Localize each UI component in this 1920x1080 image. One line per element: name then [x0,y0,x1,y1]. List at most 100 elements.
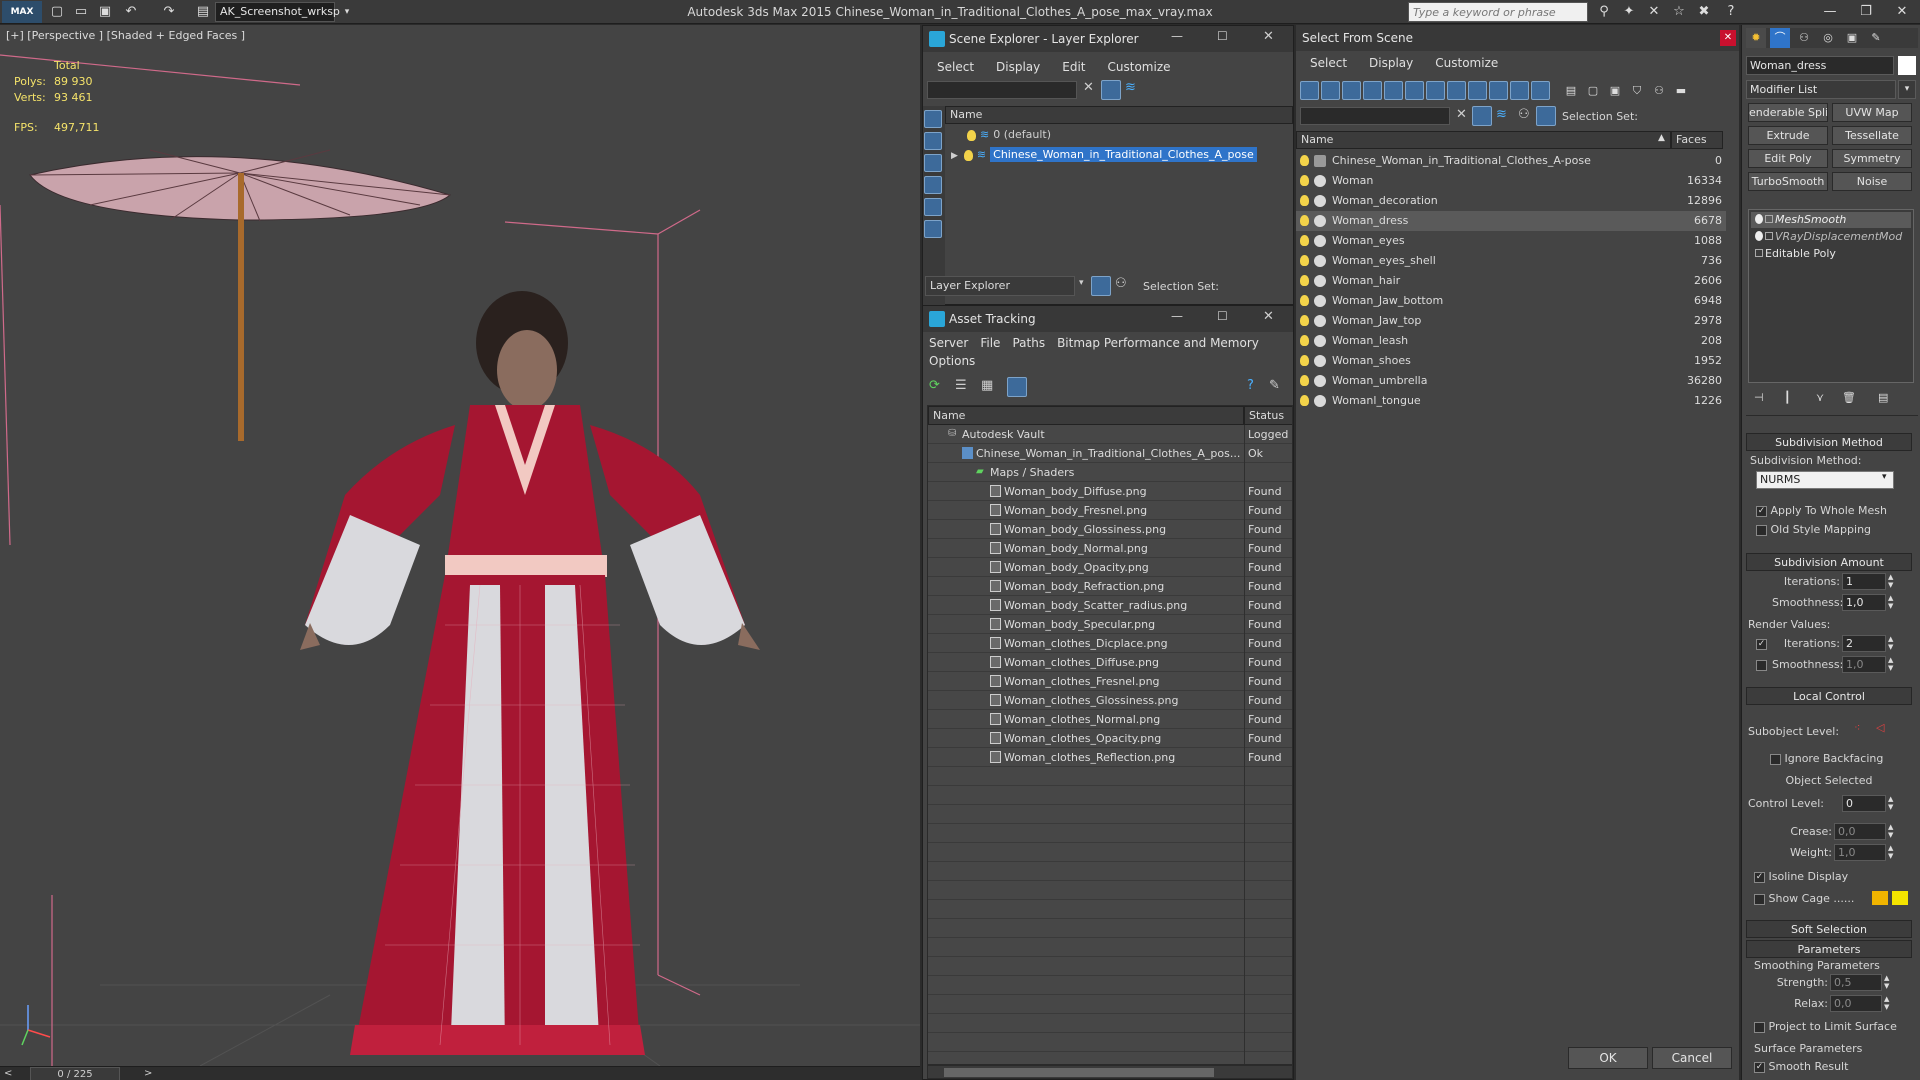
asset-row[interactable]: Woman_body_Glossiness.png Found [928,520,1292,539]
project-folder-icon[interactable]: ▤ [194,3,212,21]
asset-menu-options[interactable]: Options [929,354,975,368]
stack-item-vraydisplacement[interactable]: VRayDisplacementMod [1751,229,1911,245]
list-view-icon[interactable]: ☰ [955,378,967,393]
show-end-result-icon[interactable]: ┃ [1784,391,1791,404]
new-file-icon[interactable]: ▢ [48,3,66,21]
lightbulb-icon[interactable] [1300,295,1309,306]
hierarchy-icon[interactable]: ⚇ [1115,276,1127,291]
workspace-dropdown[interactable]: AK_Screenshot_wrksp [215,2,340,22]
select-all-icon[interactable]: ▤ [1562,81,1580,100]
render-iterations-checkbox[interactable]: ✓ [1756,638,1767,650]
scene-layers-icon[interactable]: ≋ [1125,80,1136,95]
scene-object-row[interactable]: Woman_decoration 12896 [1296,191,1726,211]
modifier-button[interactable]: Tessellate [1832,126,1912,145]
hierarchy-icon[interactable]: ⚇ [1650,81,1668,100]
edge-subobject-icon[interactable]: ◁ [1876,721,1884,734]
app-logo-icon[interactable]: MAX [2,1,42,23]
lightbulb-icon[interactable] [1300,175,1309,186]
modifier-button[interactable]: Edit Poly [1748,149,1828,168]
subdivision-method-select[interactable]: NURMS [1756,471,1894,489]
scene-layer-row-selected[interactable]: ▶ ≋ Chinese_Woman_in_Traditional_Clothes_A… [945,145,1293,165]
scene-object-row[interactable]: Woman_leash 208 [1296,331,1726,351]
control-level-spinner[interactable]: 0 [1842,795,1886,812]
asset-row[interactable]: Woman_body_Specular.png Found [928,615,1292,634]
redo-icon[interactable]: ↷ [160,3,178,21]
modifier-button[interactable]: Symmetry [1832,149,1912,168]
select-layers-icon[interactable]: ≋ [1496,107,1507,122]
asset-scrollbar-thumb[interactable] [944,1068,1214,1077]
scene-object-row[interactable]: Woman_eyes_shell 736 [1296,251,1726,271]
time-frame-indicator[interactable]: 0 / 225 [30,1067,120,1080]
search-input[interactable]: Type a keyword or phrase [1408,2,1588,22]
make-unique-icon[interactable]: ⋎ [1816,391,1824,404]
rollout-local-control[interactable]: Local Control [1746,687,1912,705]
viewport-label[interactable]: [+] [Perspective ] [Shaded + Edged Faces… [6,29,245,42]
sel-menu-display[interactable]: Display [1369,56,1413,70]
lightbulb-icon[interactable] [1300,255,1309,266]
stack-expand-icon[interactable] [1765,215,1773,223]
perspective-viewport[interactable]: [+] [Perspective ] [Shaded + Edged Faces… [0,25,920,1066]
select-column-faces[interactable]: Faces [1671,131,1723,149]
explorer-type-dropdown[interactable]: Layer Explorer [925,276,1075,296]
isoline-display-checkbox[interactable]: ✓ [1754,871,1765,883]
asset-row[interactable]: Woman_clothes_Glossiness.png Found [928,691,1292,710]
ignore-backfacing-row[interactable]: Ignore Backfacing [1770,752,1883,765]
ok-button[interactable]: OK [1568,1047,1648,1069]
weight-spinner[interactable]: 1,0 [1834,844,1886,861]
object-name-field[interactable]: Woman_dress [1746,56,1894,75]
asset-row[interactable]: Woman_clothes_Dicplace.png Found [928,634,1292,653]
filter-helpers-icon[interactable] [1384,81,1403,100]
project-limit-checkbox[interactable] [1754,1021,1765,1033]
scene-menu-display[interactable]: Display [996,60,1040,74]
display-tab-icon[interactable]: ▣ [1842,28,1862,48]
scene-object-row[interactable]: Woman_umbrella 36280 [1296,371,1726,391]
lightbulb-icon[interactable] [967,129,976,141]
vertex-subobject-icon[interactable]: ⁖ [1854,721,1860,734]
scene-object-row[interactable]: Chinese_Woman_in_Traditional_Clothes_A-p… [1296,151,1726,171]
strength-arrows-icon[interactable]: ▲ ▼ [1884,974,1889,990]
select-sort-icon[interactable] [1536,106,1556,126]
asset-row[interactable]: Woman_body_Diffuse.png Found [928,482,1292,501]
asset-row[interactable]: Chinese_Woman_in_Traditional_Clothes_A_p… [928,444,1292,463]
remove-modifier-icon[interactable]: 🗑 [1842,391,1856,404]
asset-column-status[interactable]: Status [1244,406,1292,425]
modifier-list-dropdown[interactable]: Modifier List [1746,80,1896,99]
rollout-parameters[interactable]: Parameters [1746,940,1912,958]
asset-row[interactable]: Woman_body_Fresnel.png Found [928,501,1292,520]
rollout-subdivision-amount[interactable]: Subdivision Amount [1746,553,1912,571]
select-invert-icon[interactable]: ▣ [1606,81,1624,100]
lightbulb-icon[interactable] [1300,195,1309,206]
scene-menu-select[interactable]: Select [937,60,974,74]
workspace-chevron-icon[interactable]: ▾ [338,3,356,21]
refresh-icon[interactable]: ⟳ [929,378,940,393]
asset-row[interactable]: Woman_clothes_Fresnel.png Found [928,672,1292,691]
modifier-button[interactable]: Extrude [1748,126,1828,145]
lightbulb-icon[interactable] [1300,275,1309,286]
filter-lights-icon[interactable] [1342,81,1361,100]
sel-menu-select[interactable]: Select [1310,56,1347,70]
smoothness-spinner-arrows-icon[interactable]: ▲ ▼ [1888,594,1893,610]
asset-menu-bitmap[interactable]: Bitmap Performance and Memory [1057,336,1259,350]
layer-toggle-icon[interactable] [1091,276,1111,296]
filter-shapes-icon[interactable] [1321,81,1340,100]
modifier-button[interactable]: UVW Map [1832,103,1912,122]
scene-layer-row[interactable]: ≋ 0 (default) [945,125,1293,145]
minimize-icon[interactable]: — [1812,0,1848,24]
asset-menu-server[interactable]: Server [929,336,968,350]
asset-row[interactable]: ⛁ Autodesk Vault Logged ( [928,425,1292,444]
scene-clear-search-icon[interactable]: ✕ [1083,80,1094,95]
relax-arrows-icon[interactable]: ▲ ▼ [1884,995,1889,1011]
filter-containers-icon[interactable] [1489,81,1508,100]
display-lights-icon[interactable] [924,154,942,172]
stack-visibility-bulb-icon[interactable] [1755,231,1763,241]
modifier-button[interactable]: enderable Spli [1748,103,1828,122]
select-from-scene-title[interactable]: Select From Scene [1296,25,1739,51]
lightbulb-icon[interactable] [1300,395,1309,406]
smoothness-spinner[interactable]: 1,0 [1842,594,1886,611]
time-next-button[interactable]: > [144,1067,152,1080]
iterations-spinner-arrows-icon[interactable]: ▲ ▼ [1888,573,1893,589]
rollout-subdivision-method[interactable]: Subdivision Method [1746,433,1912,451]
cage-color-swatch-1[interactable] [1872,891,1888,905]
scene-object-row[interactable]: Woman 16334 [1296,171,1726,191]
asset-maximize-icon[interactable]: ☐ [1217,309,1228,323]
